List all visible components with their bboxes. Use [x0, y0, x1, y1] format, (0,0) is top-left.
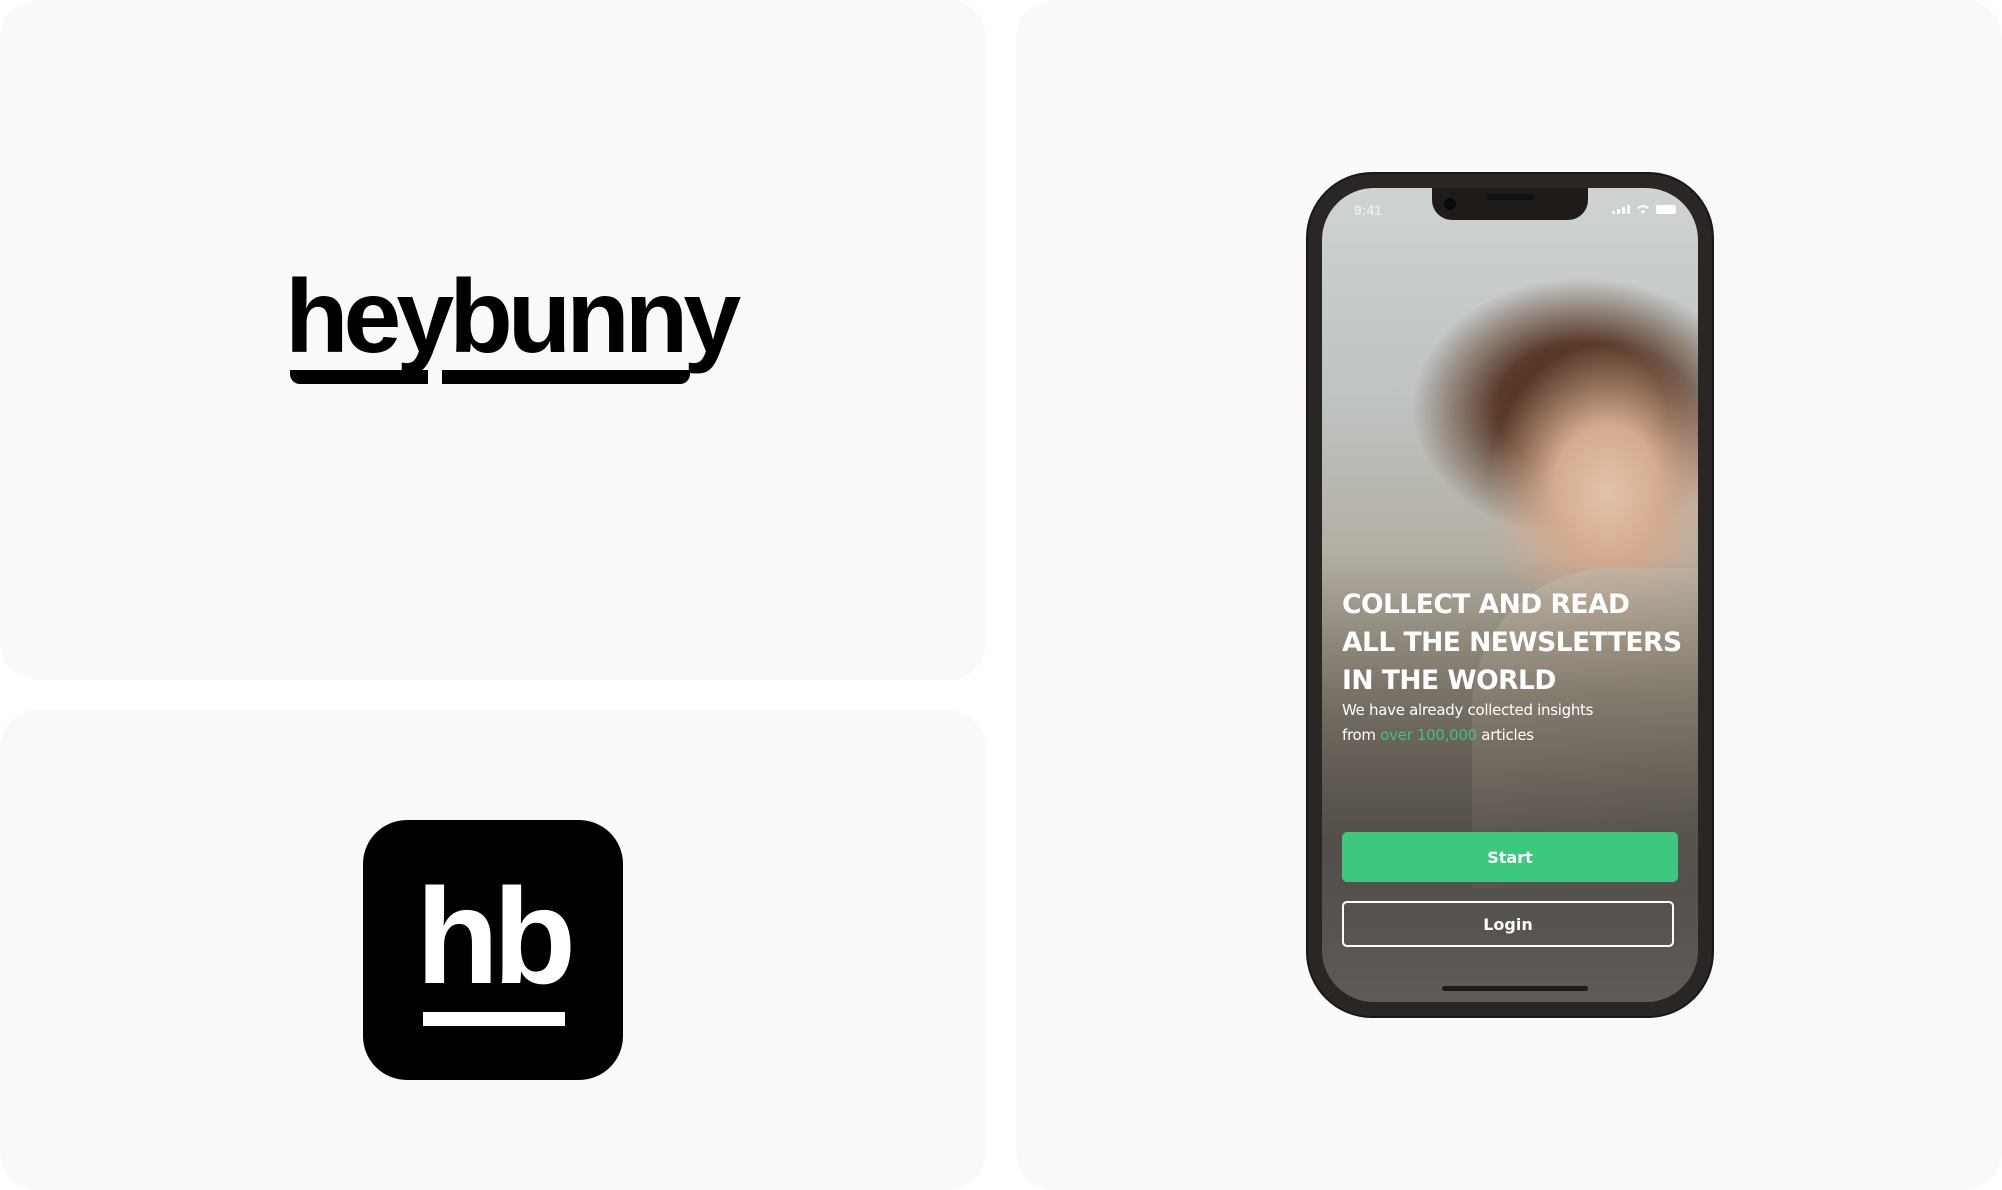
phone-frame: 9:41 COLLECT AND READ ALL THE NEWSLETTER…	[1308, 174, 1712, 1016]
subtext-suffix: articles	[1476, 726, 1534, 744]
signal-icon	[1612, 204, 1630, 214]
status-icons	[1612, 204, 1676, 214]
subtext-prefix: from	[1342, 726, 1381, 744]
onboarding-subtext: We have already collected insights from …	[1342, 698, 1642, 748]
onboarding-headline: COLLECT AND READ ALL THE NEWSLETTERS IN …	[1342, 586, 1682, 700]
heybunny-wordmark: heybunny	[285, 259, 741, 375]
headline-line: COLLECT AND READ	[1342, 589, 1630, 620]
front-camera-icon	[1444, 198, 1456, 210]
subtext-line: We have already collected insights	[1342, 701, 1594, 719]
app-icon-letters: hb	[415, 860, 576, 1012]
battery-icon	[1656, 205, 1676, 214]
wifi-icon	[1636, 204, 1650, 214]
start-button[interactable]: Start	[1342, 832, 1678, 882]
wordmark-underline	[290, 370, 690, 384]
app-icon-underline	[423, 1012, 565, 1026]
headline-line: ALL THE NEWSLETTERS	[1342, 627, 1682, 658]
home-indicator[interactable]	[1442, 986, 1588, 991]
wordmark-panel: heybunny	[0, 0, 986, 680]
phone-mockup-panel: 9:41 COLLECT AND READ ALL THE NEWSLETTER…	[1016, 0, 2002, 1190]
subtext-highlight: over 100,000	[1380, 726, 1477, 744]
status-time: 9:41	[1354, 202, 1383, 218]
wordmark-underline-gap	[428, 370, 442, 384]
phone-screen: 9:41 COLLECT AND READ ALL THE NEWSLETTER…	[1322, 188, 1698, 1002]
subtext-line: from over 100,000 articles	[1342, 723, 1642, 748]
phone-notch	[1432, 188, 1588, 220]
app-icon-panel: hb	[0, 710, 986, 1190]
login-button[interactable]: Login	[1342, 901, 1674, 947]
headline-line: IN THE WORLD	[1342, 665, 1556, 696]
app-icon: hb	[363, 820, 623, 1080]
speaker-icon	[1486, 194, 1534, 200]
